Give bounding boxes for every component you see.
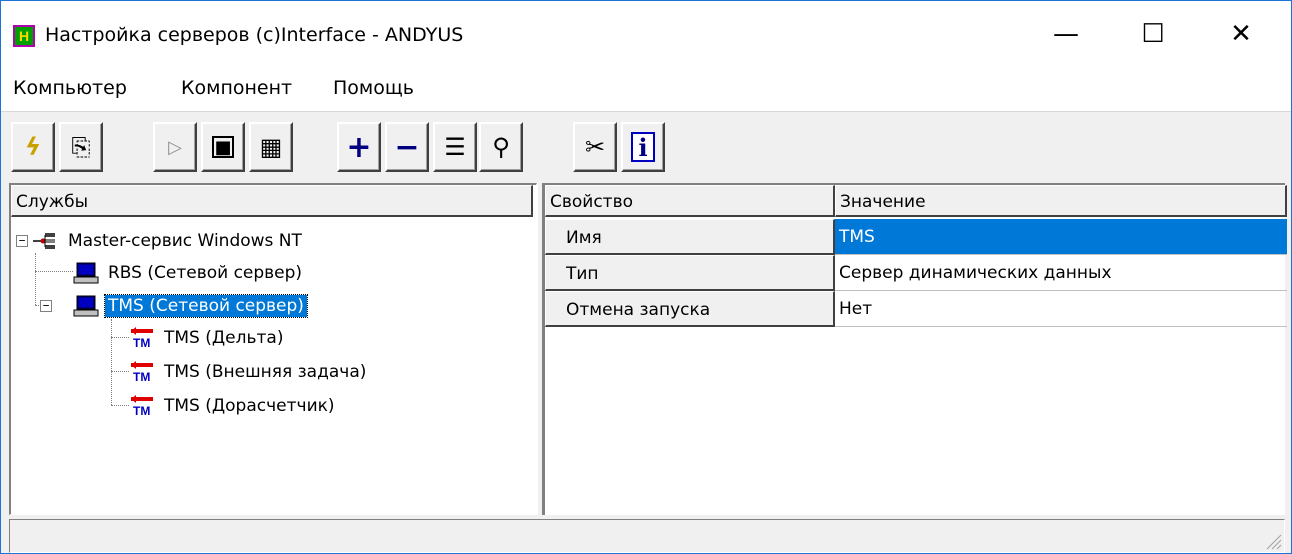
info-icon: i	[631, 132, 655, 162]
lightning-icon: ϟ	[25, 133, 41, 161]
menu-computer[interactable]: Компьютер	[13, 77, 127, 99]
link-button[interactable]: ✂	[573, 122, 617, 172]
tree-node-label: TMS (Дорасчетчик)	[164, 396, 335, 416]
stop-all-icon: ▦	[259, 133, 283, 161]
status-bar	[9, 519, 1285, 553]
services-tree-pane: Службы − Master-сервис Windows NT RBS (С…	[9, 183, 537, 515]
toolbar: ϟ ⎘ ▷ ■ ▦ + − ☰ ⚲ ✂ i	[1, 111, 1291, 183]
tree-node-delta[interactable]: TM TMS (Дельта)	[131, 322, 286, 354]
root-expander[interactable]: −	[16, 235, 28, 247]
property-row[interactable]: Тип Сервер динамических данных	[545, 255, 1287, 291]
app-window: H Настройка серверов (c)Interface - ANDY…	[0, 0, 1292, 554]
info-button[interactable]: i	[621, 122, 665, 172]
app-icon[interactable]: H	[13, 25, 35, 47]
stop-button[interactable]: ■	[201, 122, 245, 172]
property-name: Тип	[545, 255, 835, 291]
tree-node-label: TMS (Внешняя задача)	[164, 362, 367, 382]
connect-lightning-button[interactable]: ϟ	[11, 122, 55, 172]
property-value[interactable]: TMS	[835, 219, 1287, 255]
tree-line	[111, 371, 129, 372]
menu-component[interactable]: Компонент	[181, 77, 292, 99]
connect-icon: ✂	[584, 133, 606, 161]
export-icon: ⎘	[71, 133, 91, 161]
properties-button[interactable]: ☰	[433, 122, 477, 172]
properties-icon: ☰	[444, 133, 466, 161]
tm-icon: TM	[131, 361, 155, 384]
services-header[interactable]: Службы	[11, 185, 533, 217]
value-header[interactable]: Значение	[835, 185, 1287, 217]
tree-node-tms[interactable]: TMS (Сетевой сервер)	[73, 290, 308, 322]
stop-icon: ■	[212, 136, 234, 158]
tm-icon: TM	[131, 395, 155, 418]
title-bar[interactable]: H Настройка серверов (c)Interface - ANDY…	[1, 1, 1291, 67]
network-icon	[33, 231, 59, 251]
svg-text:TM: TM	[133, 370, 150, 383]
property-value[interactable]: Сервер динамических данных	[835, 255, 1287, 291]
tms-expander[interactable]: −	[40, 300, 52, 312]
maximize-button[interactable]: ☐	[1123, 11, 1183, 57]
computer-icon	[73, 262, 99, 284]
remove-button[interactable]: −	[385, 122, 429, 172]
property-row[interactable]: Имя TMS	[545, 219, 1287, 255]
tree-line	[35, 253, 36, 305]
svg-text:TM: TM	[133, 404, 150, 417]
tree-line	[111, 405, 129, 406]
find-icon: ⚲	[492, 133, 510, 161]
play-icon: ▷	[168, 136, 182, 158]
menu-bar: Компьютер Компонент Помощь	[1, 67, 1291, 111]
svg-text:TM: TM	[133, 336, 150, 349]
tree-node-label: RBS (Сетевой сервер)	[108, 263, 303, 283]
tree-node-rbs[interactable]: RBS (Сетевой сервер)	[73, 257, 305, 289]
property-name: Отмена запуска	[545, 291, 835, 327]
property-header[interactable]: Свойство	[545, 185, 835, 217]
menu-help[interactable]: Помощь	[333, 77, 414, 99]
tree-line	[111, 337, 129, 338]
window-title: Настройка серверов (c)Interface - ANDYUS	[45, 24, 464, 46]
property-name: Имя	[545, 219, 835, 255]
resize-grip-icon[interactable]	[1264, 532, 1282, 550]
start-button[interactable]: ▷	[153, 122, 197, 172]
computer-icon	[73, 295, 99, 317]
tree-line	[111, 319, 112, 405]
find-button[interactable]: ⚲	[479, 122, 523, 172]
tree-node-external-task[interactable]: TM TMS (Внешняя задача)	[131, 356, 369, 388]
remove-icon: −	[394, 129, 420, 165]
minimize-button[interactable]: —	[1036, 11, 1096, 57]
tree-node-label: TMS (Сетевой сервер)	[104, 294, 308, 318]
tree-node-calculator[interactable]: TM TMS (Дорасчетчик)	[131, 390, 338, 422]
stop-all-button[interactable]: ▦	[249, 122, 293, 172]
tree-root-label: Master-сервис Windows NT	[68, 231, 302, 251]
property-value[interactable]: Нет	[835, 291, 1287, 327]
export-button[interactable]: ⎘	[59, 122, 103, 172]
tree-line	[35, 271, 73, 272]
add-icon: +	[346, 129, 372, 165]
property-row[interactable]: Отмена запуска Нет	[545, 291, 1287, 327]
tree-root-node[interactable]: Master-сервис Windows NT	[33, 225, 305, 257]
close-button[interactable]: ✕	[1211, 11, 1271, 57]
add-button[interactable]: +	[337, 122, 381, 172]
tree-node-label: TMS (Дельта)	[164, 328, 284, 348]
tm-icon: TM	[131, 327, 155, 350]
properties-pane: Свойство Значение Имя TMS Тип Сервер дин…	[543, 183, 1287, 515]
